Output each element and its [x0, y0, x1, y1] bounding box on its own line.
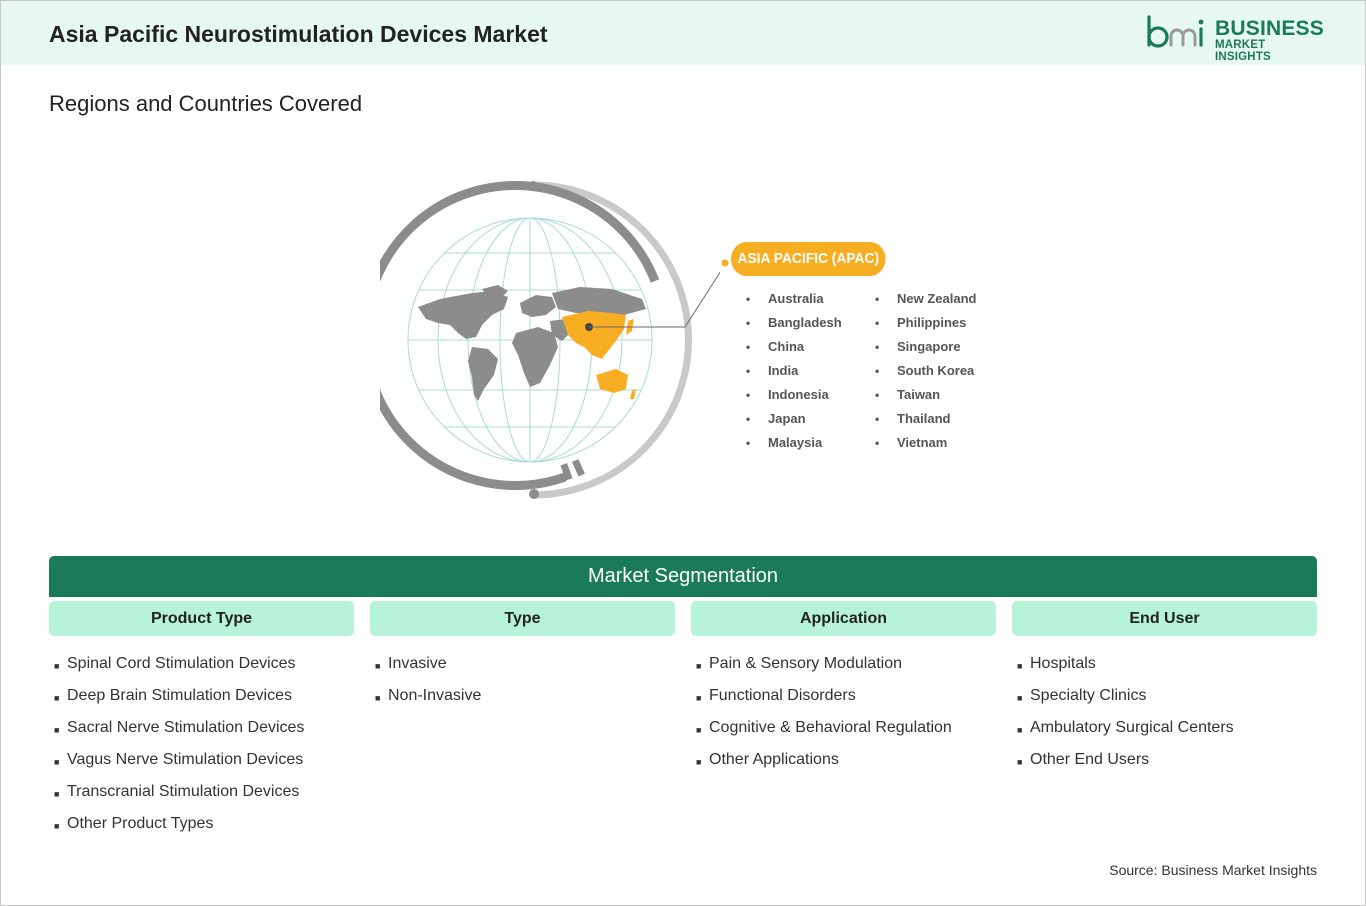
segment-column-type: Type Invasive Non-Invasive [370, 601, 675, 720]
segment-item: Specialty Clinics [1017, 688, 1317, 720]
segment-item: Sacral Nerve Stimulation Devices [54, 720, 354, 752]
market-segmentation-banner: Market Segmentation [49, 556, 1317, 597]
segment-item: Other End Users [1017, 752, 1317, 784]
segment-header: Type [370, 601, 675, 636]
segment-column-application: Application Pain & Sensory Modulation Fu… [691, 601, 996, 784]
segment-item: Functional Disorders [696, 688, 996, 720]
segment-item: Non-Invasive [375, 688, 675, 720]
segment-item: Hospitals [1017, 656, 1317, 688]
bmi-logo-mark [1147, 15, 1204, 48]
africa [512, 327, 558, 387]
country-list-right: New Zealand Philippines Singapore South … [875, 291, 976, 459]
ring-tick-2 [572, 459, 585, 477]
segment-header: End User [1012, 601, 1317, 636]
segment-item: Other Applications [696, 752, 996, 784]
country-item: Japan [746, 411, 842, 435]
country-item: Singapore [875, 339, 976, 363]
segment-item: Spinal Cord Stimulation Devices [54, 656, 354, 688]
russia [552, 287, 646, 315]
australia-shape [596, 369, 628, 393]
country-item: Thailand [875, 411, 976, 435]
country-item: Taiwan [875, 387, 976, 411]
header-bar: Asia Pacific Neurostimulation Devices Ma… [1, 1, 1365, 65]
logo-text-business: BUSINESS [1215, 17, 1324, 40]
segment-item: Vagus Nerve Stimulation Devices [54, 752, 354, 784]
segment-list: Pain & Sensory Modulation Functional Dis… [691, 656, 996, 784]
country-item: Bangladesh [746, 315, 842, 339]
country-item: Indonesia [746, 387, 842, 411]
country-item: Vietnam [875, 435, 976, 459]
segment-item: Invasive [375, 656, 675, 688]
segment-item: Deep Brain Stimulation Devices [54, 688, 354, 720]
country-item: New Zealand [875, 291, 976, 315]
country-list-left: Australia Bangladesh China India Indones… [746, 291, 842, 459]
segment-list: Invasive Non-Invasive [370, 656, 675, 720]
country-item: India [746, 363, 842, 387]
segment-column-end-user: End User Hospitals Specialty Clinics Amb… [1012, 601, 1317, 784]
page-title: Asia Pacific Neurostimulation Devices Ma… [49, 21, 548, 47]
region-label-apac: ASIA PACIFIC (APAC) [731, 242, 886, 276]
regions-section-title: Regions and Countries Covered [49, 91, 363, 116]
country-item: South Korea [875, 363, 976, 387]
segment-header: Application [691, 601, 996, 636]
apac-highlight [562, 311, 636, 399]
segment-item: Transcranial Stimulation Devices [54, 784, 354, 816]
country-item: Australia [746, 291, 842, 315]
segment-column-product-type: Product Type Spinal Cord Stimulation Dev… [49, 601, 354, 848]
country-item: Malaysia [746, 435, 842, 459]
south-america [468, 347, 498, 401]
north-america [418, 291, 508, 339]
europe [520, 295, 556, 317]
segment-list: Hospitals Specialty Clinics Ambulatory S… [1012, 656, 1317, 784]
segment-list: Spinal Cord Stimulation Devices Deep Bra… [49, 656, 354, 848]
segment-item: Cognitive & Behavioral Regulation [696, 720, 996, 752]
world-globe-graphic [360, 175, 727, 505]
segment-item: Pain & Sensory Modulation [696, 656, 996, 688]
segment-header: Product Type [49, 601, 354, 636]
logo-text-market-insights: MARKET INSIGHTS [1215, 39, 1271, 63]
country-item: China [746, 339, 842, 363]
source-note: Source: Business Market Insights [1109, 862, 1317, 878]
segment-item: Ambulatory Surgical Centers [1017, 720, 1317, 752]
bmi-logo: BUSINESS MARKET INSIGHTS [1145, 15, 1324, 63]
asia-region [562, 311, 626, 359]
callout-end-dot [721, 259, 729, 267]
segment-item: Other Product Types [54, 816, 354, 848]
country-item: Philippines [875, 315, 976, 339]
globe-svg [360, 181, 727, 499]
arc-dot-bottom [529, 489, 539, 499]
